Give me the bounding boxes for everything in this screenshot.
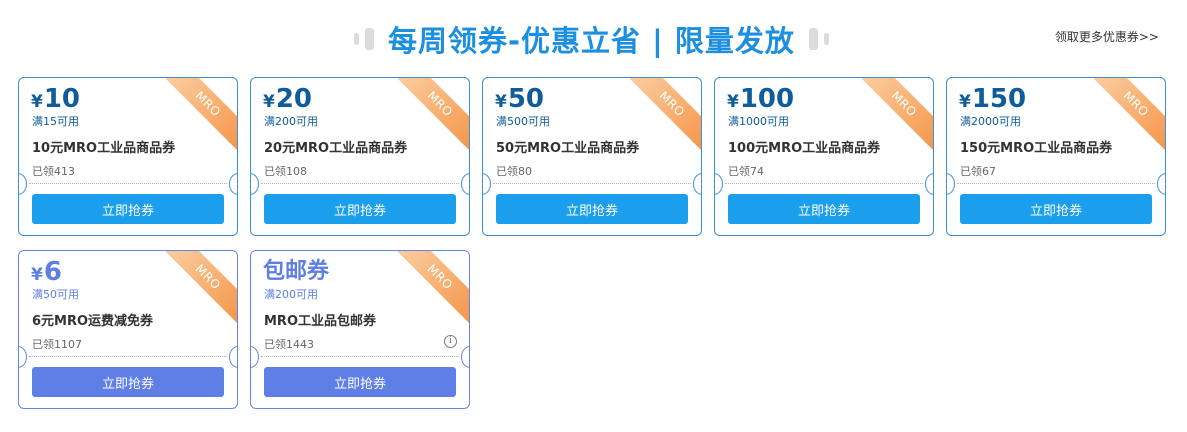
title-wrap: 每周领券-优惠立省 | 限量发放 xyxy=(354,14,829,64)
grab-coupon-button[interactable]: 立即抢券 xyxy=(728,194,920,224)
currency-symbol: ¥ xyxy=(727,92,739,112)
amount-value: 150 xyxy=(971,84,1027,114)
currency-symbol: ¥ xyxy=(263,92,275,112)
coupon-condition: 满50可用 xyxy=(32,288,79,301)
mro-ribbon: MRO xyxy=(392,251,469,325)
ticket-notch xyxy=(229,346,237,368)
grab-coupon-button[interactable]: 立即抢券 xyxy=(32,194,224,224)
amount-value: 10 xyxy=(43,84,81,114)
dotted-divider xyxy=(261,183,459,184)
coupon-condition: 满200可用 xyxy=(264,288,318,301)
coupon-card: MRO ¥ 10 满15可用 10元MRO工业品商品券 已领413 立即抢券 xyxy=(18,77,238,236)
coupon-grid: MRO ¥ 10 满15可用 10元MRO工业品商品券 已领413 立即抢券 M… xyxy=(18,77,1170,409)
coupon-card: MRO ¥ 6 满50可用 6元MRO运费减免券 已领1107 立即抢券 xyxy=(18,250,238,409)
dotted-divider xyxy=(29,183,227,184)
page-title: 每周领券-优惠立省 | 限量发放 xyxy=(388,24,795,58)
coupon-amount: ¥ 20 xyxy=(263,82,312,116)
currency-symbol: ¥ xyxy=(959,92,971,112)
amount-value: 6 xyxy=(43,257,62,287)
grab-coupon-button[interactable]: 立即抢券 xyxy=(32,367,224,397)
ticket-notch xyxy=(1157,173,1165,195)
ticket-notch xyxy=(251,346,259,368)
decoration-bar xyxy=(823,33,829,45)
coupon-condition: 满200可用 xyxy=(264,115,318,128)
currency-symbol: ¥ xyxy=(31,265,43,285)
dotted-divider xyxy=(261,356,459,357)
coupon-card: MRO ¥ 20 满200可用 20元MRO工业品商品券 已领108 立即抢券 xyxy=(250,77,470,236)
coupon-condition: 满15可用 xyxy=(32,115,79,128)
claimed-count: 已领1107 xyxy=(32,338,82,351)
coupon-condition: 满500可用 xyxy=(496,115,550,128)
coupon-name: 50元MRO工业品商品券 xyxy=(496,141,640,156)
ticket-notch xyxy=(693,173,701,195)
amount-value: 100 xyxy=(739,84,795,114)
decoration-bar xyxy=(354,33,359,45)
decoration-bar xyxy=(365,28,374,50)
ticket-notch xyxy=(715,173,723,195)
claimed-count: 已领413 xyxy=(32,165,75,178)
currency-symbol: ¥ xyxy=(495,92,507,112)
ticket-notch xyxy=(461,173,469,195)
coupon-name: 100元MRO工业品商品券 xyxy=(728,141,881,156)
dotted-divider xyxy=(725,183,923,184)
currency-symbol: ¥ xyxy=(31,92,43,112)
dotted-divider xyxy=(29,356,227,357)
coupon-amount: ¥ 50 xyxy=(495,82,544,116)
coupon-name: 6元MRO运费减免券 xyxy=(32,314,154,329)
claimed-count: 已领74 xyxy=(728,165,764,178)
coupon-name: 150元MRO工业品商品券 xyxy=(960,141,1113,156)
ticket-notch xyxy=(947,173,955,195)
claimed-count: 已领108 xyxy=(264,165,307,178)
coupon-card: MRO ¥ 100 满1000可用 100元MRO工业品商品券 已领74 立即抢… xyxy=(714,77,934,236)
coupon-card: MRO ¥ 150 满2000可用 150元MRO工业品商品券 已领67 立即抢… xyxy=(946,77,1166,236)
coupon-amount: ¥ 6 xyxy=(31,255,62,289)
coupon-condition: 满1000可用 xyxy=(728,115,789,128)
title-decoration-left xyxy=(354,28,374,50)
coupon-amount: 包邮券 xyxy=(263,255,329,289)
grab-coupon-button[interactable]: 立即抢券 xyxy=(496,194,688,224)
dotted-divider xyxy=(493,183,691,184)
ticket-notch xyxy=(229,173,237,195)
amount-value: 50 xyxy=(507,84,545,114)
coupon-amount: ¥ 150 xyxy=(959,82,1026,116)
ticket-notch xyxy=(461,346,469,368)
more-coupons-link[interactable]: 领取更多优惠券>> xyxy=(1055,28,1159,45)
ticket-notch xyxy=(925,173,933,195)
claimed-count: 已领67 xyxy=(960,165,996,178)
decoration-bar xyxy=(808,28,818,50)
title-decoration-right xyxy=(808,28,829,50)
dotted-divider xyxy=(957,183,1155,184)
grab-coupon-button[interactable]: 立即抢券 xyxy=(264,367,456,397)
coupon-card: MRO 包邮券 满200可用 MRO工业品包邮券 已领1443 i 立即抢券 xyxy=(250,250,470,409)
coupon-condition: 满2000可用 xyxy=(960,115,1021,128)
coupon-name: MRO工业品包邮券 xyxy=(264,314,376,329)
ticket-notch xyxy=(19,173,27,195)
grab-coupon-button[interactable]: 立即抢券 xyxy=(960,194,1152,224)
coupon-amount: ¥ 10 xyxy=(31,82,80,116)
ticket-notch xyxy=(19,346,27,368)
section-header: 每周领券-优惠立省 | 限量发放 领取更多优惠券>> xyxy=(0,14,1187,64)
mro-ribbon: MRO xyxy=(160,251,237,325)
claimed-count: 已领1443 xyxy=(264,338,314,351)
amount-text: 包邮券 xyxy=(263,259,330,284)
coupon-section: 每周领券-优惠立省 | 限量发放 领取更多优惠券>> MRO ¥ 10 满15可… xyxy=(0,0,1187,432)
claimed-count: 已领80 xyxy=(496,165,532,178)
ticket-notch xyxy=(483,173,491,195)
info-icon[interactable]: i xyxy=(444,335,457,348)
amount-value: 20 xyxy=(275,84,313,114)
ticket-notch xyxy=(251,173,259,195)
coupon-name: 10元MRO工业品商品券 xyxy=(32,141,176,156)
grab-coupon-button[interactable]: 立即抢券 xyxy=(264,194,456,224)
coupon-name: 20元MRO工业品商品券 xyxy=(264,141,408,156)
coupon-card: MRO ¥ 50 满500可用 50元MRO工业品商品券 已领80 立即抢券 xyxy=(482,77,702,236)
coupon-amount: ¥ 100 xyxy=(727,82,794,116)
